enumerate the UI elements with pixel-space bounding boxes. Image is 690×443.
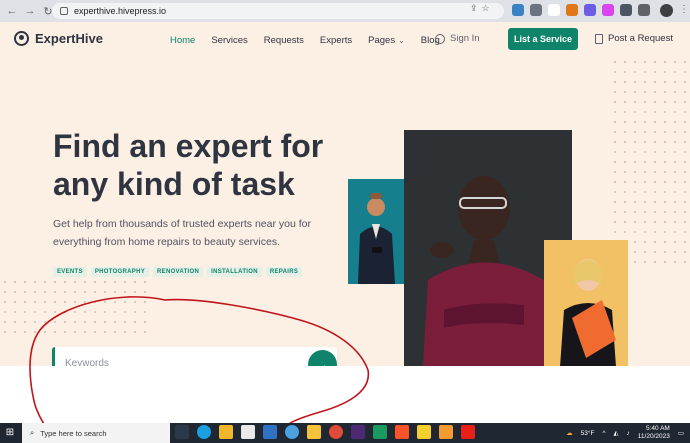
tag-events[interactable]: EVENTS — [53, 267, 87, 277]
tag-repairs[interactable]: REPAIRS — [265, 267, 303, 277]
nav-home[interactable]: Home — [170, 35, 195, 46]
hero-subtext: Get help from thousands of trusted exper… — [53, 218, 311, 248]
browser-nav-buttons: ← → ↻ — [0, 5, 54, 18]
calendar-icon[interactable] — [241, 425, 255, 439]
address-bar[interactable]: experthive.hivepress.io — [52, 3, 504, 19]
nav-pages[interactable]: Pages ⌄ — [368, 35, 405, 46]
weather-icon: ☁ — [566, 430, 573, 437]
lock-icon — [60, 7, 68, 15]
chevron-down-icon: ⌄ — [398, 36, 405, 45]
sign-in-icon — [435, 33, 445, 44]
extension-icon[interactable] — [530, 4, 542, 16]
task-view-icon[interactable] — [175, 425, 189, 439]
forward-icon[interactable]: → — [24, 5, 36, 18]
tag-installation[interactable]: INSTALLATION — [207, 267, 262, 277]
nav-experts[interactable]: Experts — [320, 35, 352, 46]
url-text: experthive.hivepress.io — [74, 6, 167, 16]
network-icon[interactable]: ◭ — [614, 429, 619, 437]
page-viewport: ExpertHive Home Services Requests Expert… — [0, 22, 690, 403]
file-explorer-icon[interactable] — [219, 425, 233, 439]
volume-icon[interactable]: ♪ — [627, 430, 630, 437]
edge-icon[interactable] — [197, 425, 211, 439]
sign-in-label: Sign In — [450, 33, 480, 44]
chrome-icon[interactable] — [329, 425, 343, 439]
weather-temp[interactable]: 53°F — [581, 430, 595, 437]
folder-icon[interactable] — [307, 425, 321, 439]
taskbar-apps — [175, 425, 475, 439]
jw-icon[interactable] — [351, 425, 365, 439]
notifications-icon[interactable]: ▭ — [678, 429, 684, 437]
puzzle-icon[interactable] — [638, 4, 650, 16]
extension-icon[interactable] — [512, 4, 524, 16]
sign-in-link[interactable]: Sign In — [435, 33, 480, 44]
clock[interactable]: 5:40 AM 11/20/2023 — [638, 425, 670, 441]
tray-chevron-icon[interactable]: ^ — [602, 430, 605, 437]
taskbar-search-placeholder: Type here to search — [40, 428, 107, 438]
main-nav: Home Services Requests Experts Pages ⌄ Bl… — [170, 35, 456, 46]
expert-photo-man-suit — [348, 179, 405, 284]
logo-icon — [14, 31, 29, 46]
hero-headline: Find an expert for any kind of task — [53, 127, 353, 203]
back-icon[interactable]: ← — [6, 5, 18, 18]
extension-icon[interactable] — [602, 4, 614, 16]
address-bar-actions: ⇪ ☆ — [470, 3, 490, 14]
post-request-label: Post a Request — [608, 33, 673, 44]
app-icon[interactable] — [285, 425, 299, 439]
nav-services[interactable]: Services — [211, 35, 247, 46]
decorative-dots — [0, 277, 150, 337]
clock-time: 5:40 AM — [645, 425, 670, 432]
hero-headline-line1: Find an expert for — [53, 128, 324, 164]
extension-icons — [512, 4, 650, 16]
nav-pages-label: Pages — [368, 35, 396, 46]
windows-taskbar: ⊞ ⌕ Type here to search ☁ 53°F ^ ◭ ♪ 5:4… — [0, 423, 690, 443]
tag-list: EVENTS PHOTOGRAPHY RENOVATION INSTALLATI… — [53, 267, 303, 277]
tag-photography[interactable]: PHOTOGRAPHY — [90, 267, 150, 277]
expert-photo-woman — [544, 240, 628, 367]
logo-text: ExpertHive — [35, 31, 103, 46]
app-icon[interactable] — [373, 425, 387, 439]
brave-icon[interactable] — [395, 425, 409, 439]
document-icon — [595, 33, 603, 44]
search-icon: ⌕ — [30, 428, 35, 437]
nav-requests[interactable]: Requests — [264, 35, 304, 46]
youtube-icon[interactable] — [461, 425, 475, 439]
clock-date: 11/20/2023 — [637, 433, 670, 440]
kebab-menu-icon[interactable]: ⋮ — [679, 3, 689, 17]
calendar-extension-icon[interactable] — [548, 4, 560, 16]
profile-avatar[interactable] — [660, 4, 673, 17]
extension-icon[interactable] — [620, 4, 632, 16]
post-request-link[interactable]: Post a Request — [595, 33, 673, 44]
list-service-button[interactable]: List a Service — [508, 28, 578, 50]
windows-logo-icon: ⊞ — [5, 427, 15, 438]
app-icon[interactable] — [439, 425, 453, 439]
bookmark-star-icon[interactable]: ☆ — [482, 3, 490, 14]
taskbar-search[interactable]: ⌕ Type here to search — [22, 423, 170, 443]
mail-icon[interactable] — [263, 425, 277, 439]
decorative-dots — [610, 57, 690, 267]
page-lower-section — [0, 366, 690, 403]
system-tray: ☁ 53°F ^ ◭ ♪ 5:40 AM 11/20/2023 ▭ — [566, 425, 684, 441]
browser-toolbar: ← → ↻ experthive.hivepress.io ⇪ ☆ ⋮ — [0, 0, 690, 22]
hero-headline-line2: any kind of task — [53, 166, 295, 202]
start-button[interactable]: ⊞ — [0, 423, 20, 443]
sticky-notes-icon[interactable] — [417, 425, 431, 439]
site-logo[interactable]: ExpertHive — [14, 31, 103, 46]
share-icon[interactable]: ⇪ — [470, 3, 478, 14]
tag-renovation[interactable]: RENOVATION — [153, 267, 204, 277]
extension-icon[interactable] — [584, 4, 596, 16]
metamask-icon[interactable] — [566, 4, 578, 16]
